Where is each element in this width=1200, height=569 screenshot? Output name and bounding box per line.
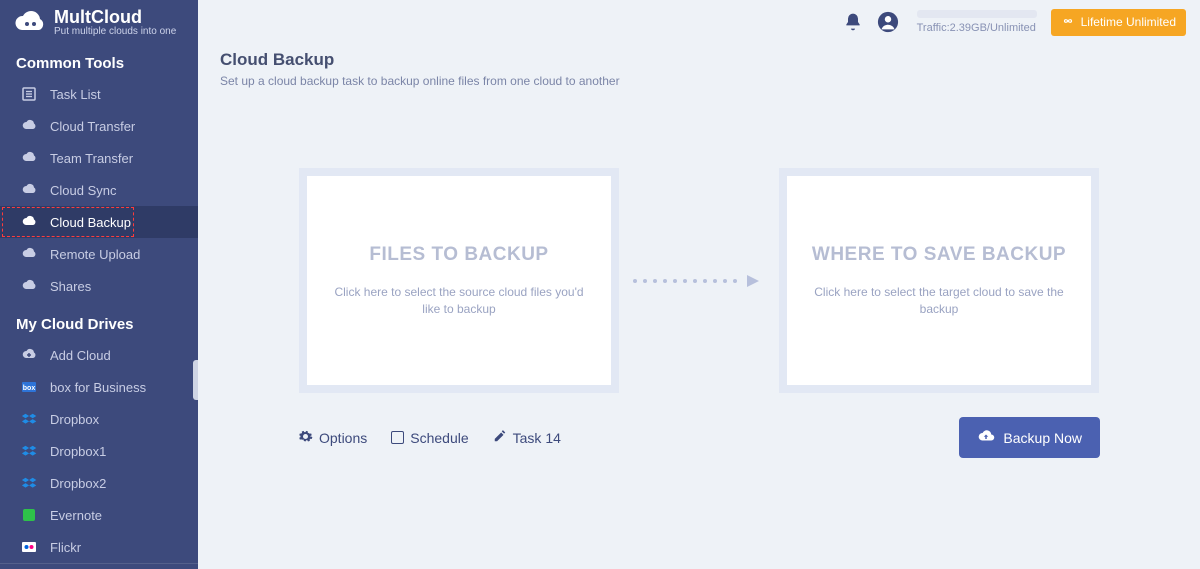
notifications-icon[interactable]: [843, 12, 863, 32]
sidebar-item-label: Cloud Backup: [50, 215, 131, 230]
cloud-up-icon: [977, 427, 995, 448]
shares-icon: [20, 277, 38, 295]
task-name-link[interactable]: Task 14: [493, 429, 561, 446]
svg-text:box: box: [23, 385, 36, 392]
sidebar-section-common-tools: Common Tools: [0, 41, 198, 78]
sidebar-item-label: Add Cloud: [50, 348, 111, 363]
sidebar-item-task-list[interactable]: Task List: [0, 78, 198, 110]
sidebar-item-label: Flickr: [50, 540, 81, 555]
sidebar-resize-handle[interactable]: [193, 360, 198, 400]
sidebar-item-flickr[interactable]: Flickr: [0, 531, 198, 563]
sidebar-item-team-transfer[interactable]: Team Transfer: [0, 142, 198, 174]
options-link[interactable]: Options: [298, 429, 367, 447]
sidebar-item-dropbox[interactable]: Dropbox: [0, 403, 198, 435]
schedule-label: Schedule: [410, 430, 468, 446]
source-panel-sub: Click here to select the source cloud fi…: [329, 284, 589, 318]
sidebar-item-dropbox1[interactable]: Dropbox1: [0, 435, 198, 467]
sidebar-item-label: Evernote: [50, 508, 102, 523]
sidebar-item-label: Team Transfer: [50, 151, 133, 166]
cloud-sync-icon: [20, 181, 38, 199]
main-area: Traffic:2.39GB/Unlimited Lifetime Unlimi…: [198, 0, 1200, 569]
sidebar-item-remote-upload[interactable]: Remote Upload: [0, 238, 198, 270]
sidebar-item-cloud-backup[interactable]: Cloud Backup: [0, 206, 198, 238]
list-icon: [20, 85, 38, 103]
lifetime-unlimited-button[interactable]: Lifetime Unlimited: [1051, 9, 1186, 36]
topbar: Traffic:2.39GB/Unlimited Lifetime Unlimi…: [198, 0, 1200, 44]
traffic-text: Traffic:2.39GB/Unlimited: [917, 22, 1036, 34]
source-panel-title: FILES TO BACKUP: [369, 244, 548, 266]
sidebar-item-add-cloud[interactable]: Add Cloud: [0, 339, 198, 371]
page-header: Cloud Backup Set up a cloud backup task …: [198, 44, 1200, 88]
box-icon: box: [20, 378, 38, 396]
schedule-link[interactable]: Schedule: [391, 430, 468, 446]
sidebar-item-cloud-transfer[interactable]: Cloud Transfer: [0, 110, 198, 142]
page-title: Cloud Backup: [220, 50, 1178, 70]
target-panel-sub: Click here to select the target cloud to…: [809, 284, 1069, 318]
dropbox-icon: [20, 474, 38, 492]
infinity-icon: [1061, 14, 1075, 31]
sidebar-item-label: Cloud Sync: [50, 183, 116, 198]
target-panel[interactable]: WHERE TO SAVE BACKUP Click here to selec…: [779, 168, 1099, 393]
checkbox-icon: [391, 431, 404, 444]
sidebar-section-my-cloud-drives: My Cloud Drives: [0, 302, 198, 339]
sidebar-item-label: Task List: [50, 87, 101, 102]
sidebar-item-label: Remote Upload: [50, 247, 140, 262]
add-cloud-icon: [20, 346, 38, 364]
options-label: Options: [319, 430, 367, 446]
account-icon[interactable]: [877, 11, 899, 33]
sidebar-item-cloud-sync[interactable]: Cloud Sync: [0, 174, 198, 206]
team-transfer-icon: [20, 149, 38, 167]
gear-icon: [298, 429, 313, 447]
dropbox-icon: [20, 442, 38, 460]
traffic-meter: Traffic:2.39GB/Unlimited: [917, 10, 1037, 34]
sidebar-item-label: Dropbox2: [50, 476, 106, 491]
cloud-transfer-icon: [20, 117, 38, 135]
backup-now-label: Backup Now: [1003, 430, 1082, 446]
sidebar-footer: Invite friends $ Become our affiliate: [0, 563, 198, 569]
brand-name: MultCloud: [54, 8, 176, 26]
brand-text: MultCloud Put multiple clouds into one: [54, 8, 176, 37]
source-panel[interactable]: FILES TO BACKUP Click here to select the…: [299, 168, 619, 393]
sidebar-item-shares[interactable]: Shares: [0, 270, 198, 302]
sidebar-item-evernote[interactable]: Evernote: [0, 499, 198, 531]
sidebar-item-label: Cloud Transfer: [50, 119, 135, 134]
sidebar-item-box-business[interactable]: box box for Business: [0, 371, 198, 403]
sidebar-item-label: Dropbox1: [50, 444, 106, 459]
brand-tagline: Put multiple clouds into one: [54, 26, 176, 37]
action-bar: Options Schedule Task 14 Backup Now: [198, 393, 1200, 458]
remote-upload-icon: [20, 245, 38, 263]
direction-arrow-icon: [629, 271, 769, 291]
sidebar-item-label: Shares: [50, 279, 91, 294]
brand-logo[interactable]: MultCloud Put multiple clouds into one: [0, 0, 198, 41]
lifetime-label: Lifetime Unlimited: [1081, 15, 1176, 29]
cloud-logo-icon: [12, 10, 46, 36]
backup-now-button[interactable]: Backup Now: [959, 417, 1100, 458]
dropbox-icon: [20, 410, 38, 428]
traffic-bar: [917, 10, 1037, 18]
task-name-label: Task 14: [513, 430, 561, 446]
flickr-icon: [20, 538, 38, 556]
evernote-icon: [20, 506, 38, 524]
cloud-backup-icon: [20, 213, 38, 231]
sidebar: MultCloud Put multiple clouds into one C…: [0, 0, 198, 569]
target-panel-title: WHERE TO SAVE BACKUP: [812, 244, 1066, 266]
sidebar-item-dropbox2[interactable]: Dropbox2: [0, 467, 198, 499]
page-subtitle: Set up a cloud backup task to backup onl…: [220, 74, 1178, 88]
sidebar-item-label: box for Business: [50, 380, 146, 395]
sidebar-item-label: Dropbox: [50, 412, 99, 427]
pencil-icon: [493, 429, 507, 446]
backup-panels-row: FILES TO BACKUP Click here to select the…: [198, 168, 1200, 393]
